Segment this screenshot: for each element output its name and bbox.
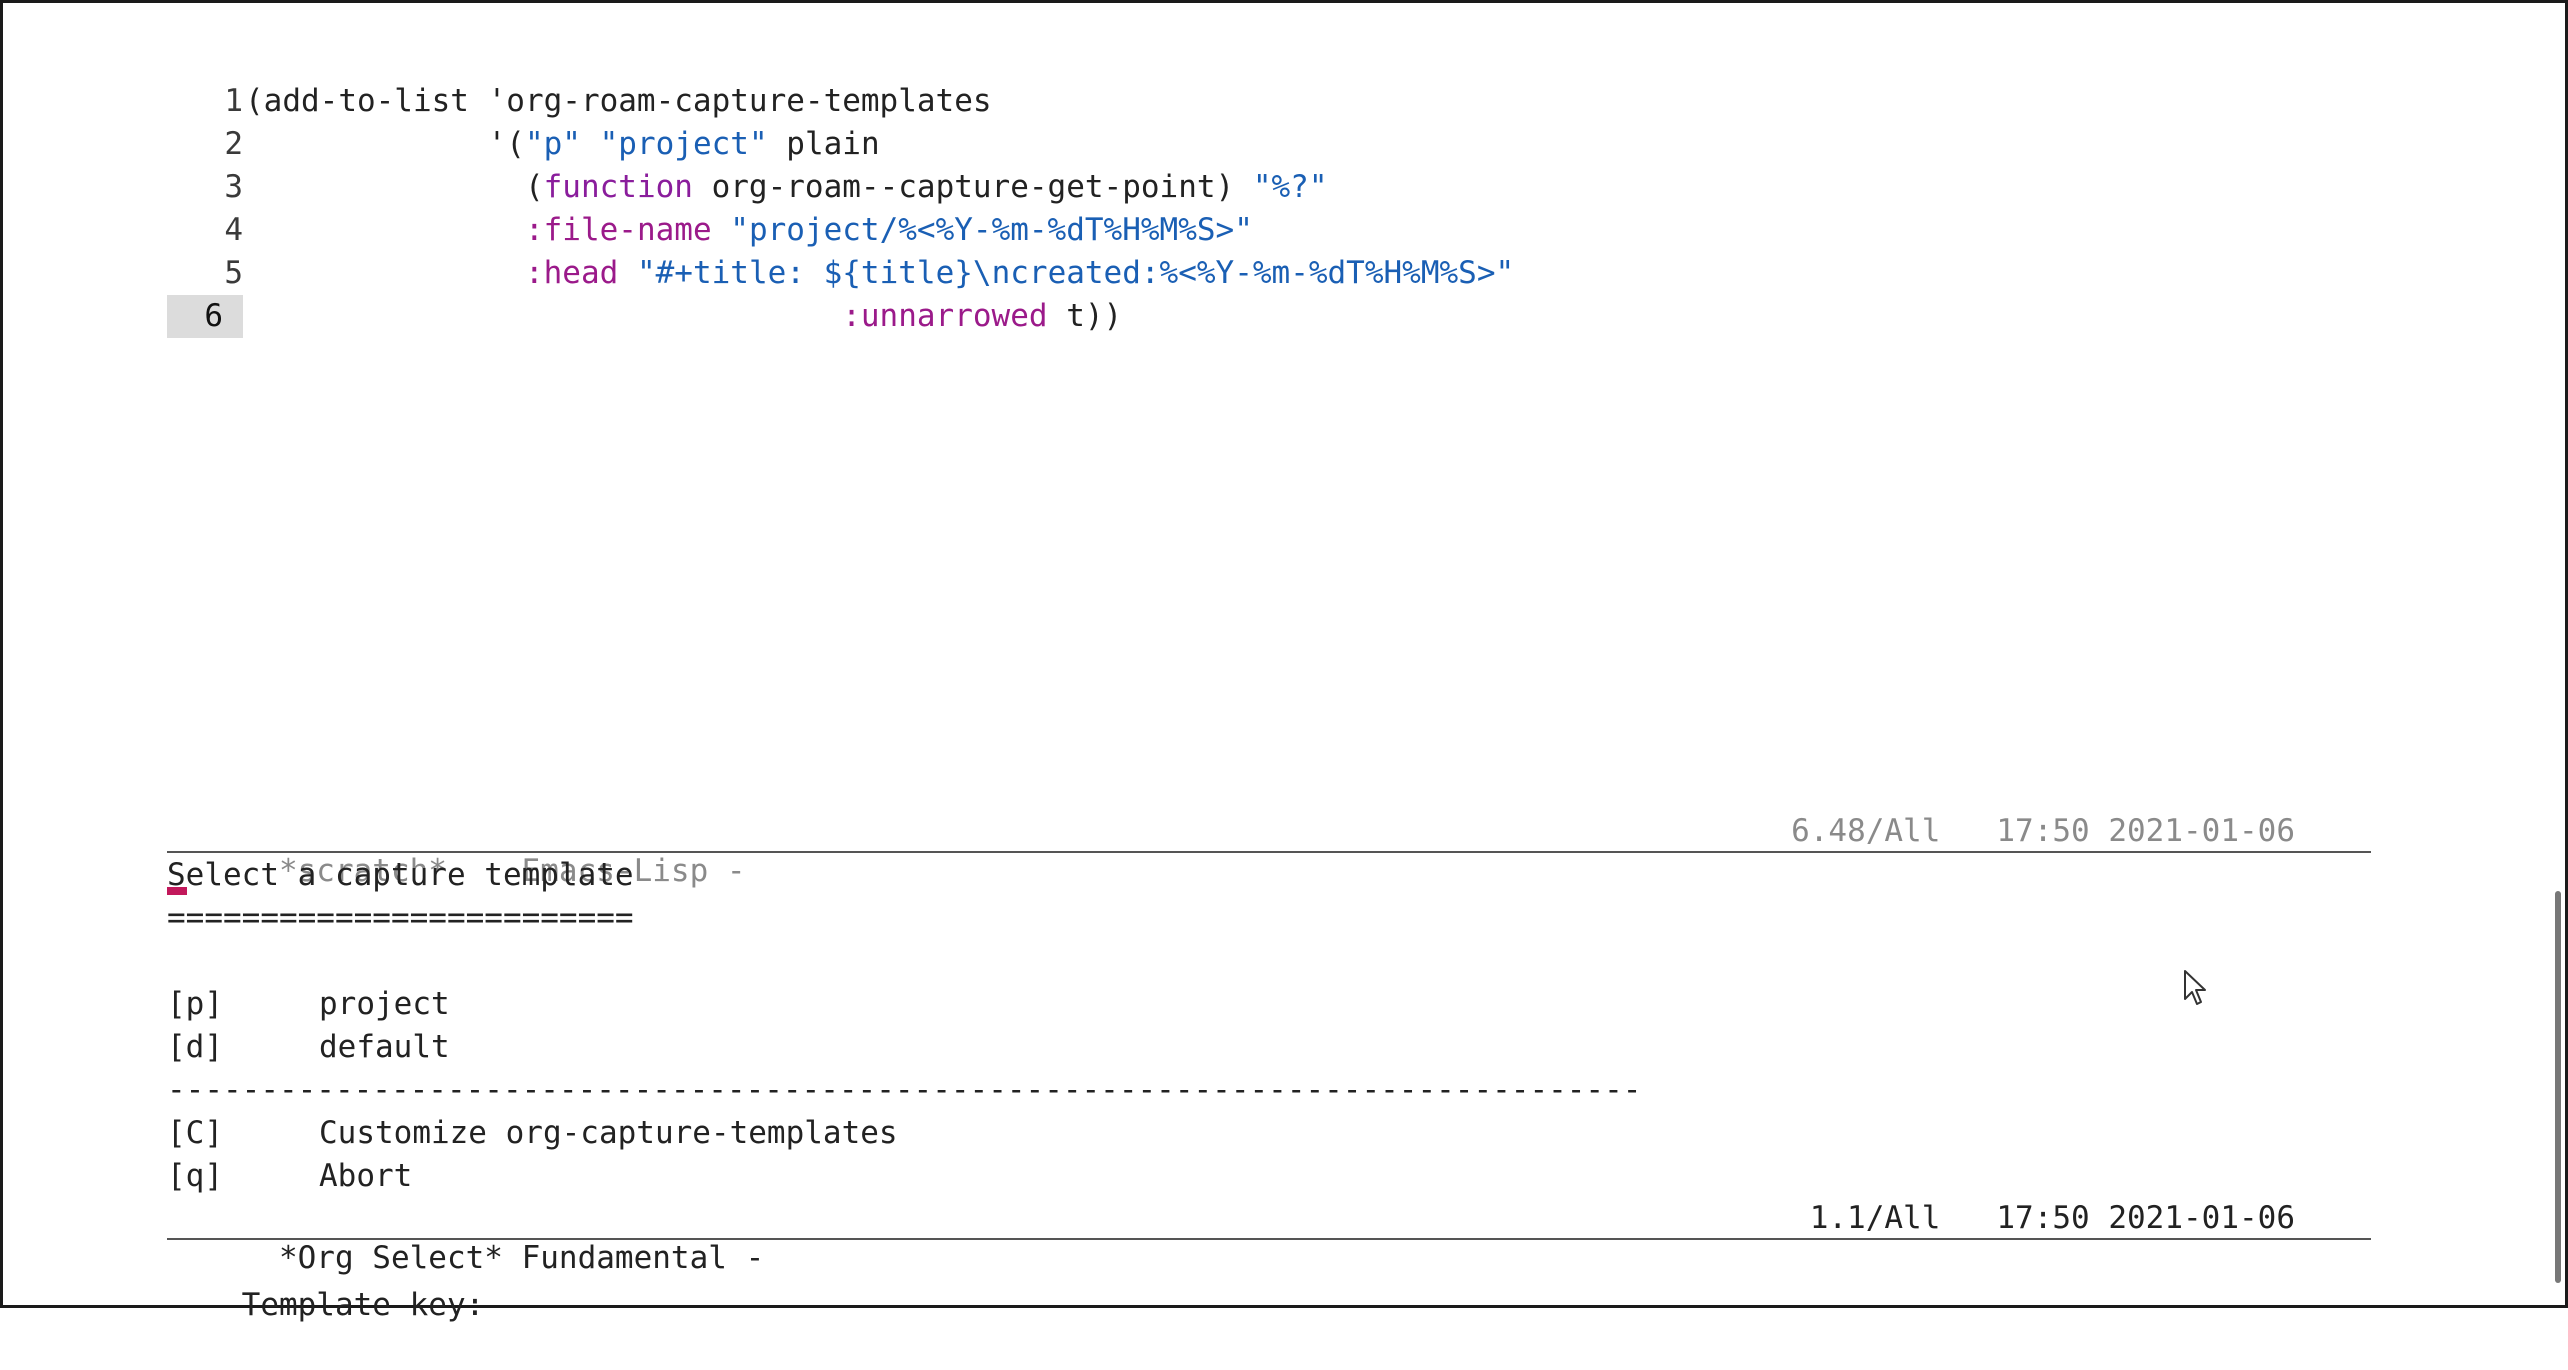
code-line[interactable]: :unnarrowed t))	[245, 295, 1122, 338]
mouse-pointer-icon	[2184, 970, 2206, 1005]
minibuffer-prompt: Template key:	[241, 1287, 503, 1323]
capture-option-default[interactable]: [d] default	[167, 1026, 450, 1069]
line-number: 2	[224, 126, 243, 162]
code-line[interactable]: (function org-roam--capture-get-point) "…	[245, 166, 1328, 209]
code-token: (add-to-list 'org-roam-capture-templates	[245, 83, 992, 119]
string-token: "%?"	[1252, 169, 1328, 205]
option-label: project	[319, 986, 450, 1022]
capture-option-project[interactable]: [p] project	[167, 983, 450, 1026]
option-key: [d]	[167, 1029, 223, 1065]
line-number: 5	[224, 255, 243, 291]
emacs-frame: 1 (add-to-list 'org-roam-capture-template…	[0, 0, 2568, 1323]
code-line[interactable]: (add-to-list 'org-roam-capture-templates	[245, 80, 992, 123]
option-key: [p]	[167, 986, 223, 1022]
code-line[interactable]: :file-name "project/%<%Y-%m-%dT%H%M%S>"	[245, 209, 1253, 252]
option-label: Customize org-capture-templates	[319, 1115, 898, 1151]
code-token: (	[245, 169, 544, 205]
option-label: Abort	[319, 1158, 413, 1194]
line-number: 6	[167, 295, 243, 338]
capture-separator: ----------------------------------------…	[167, 1072, 1642, 1108]
text-cursor: S	[167, 854, 187, 897]
capture-option-customize[interactable]: [C] Customize org-capture-templates	[167, 1112, 898, 1155]
capture-title-text: elect a capture template	[185, 857, 634, 893]
code-token: org-roam--capture-get-point)	[692, 169, 1253, 205]
line-number: 3	[224, 169, 243, 205]
property-token: :unnarrowed	[842, 298, 1048, 334]
option-key: [q]	[167, 1158, 223, 1194]
property-token: :head	[524, 255, 619, 291]
capture-option-abort[interactable]: [q] Abort	[167, 1155, 412, 1198]
string-token: "#+title: ${title}\ncreated:%<%Y-%m-%dT%…	[636, 255, 1515, 291]
code-token: t))	[1047, 298, 1123, 334]
code-line[interactable]: '("p" "project" plain	[245, 123, 880, 166]
modeline-position: 1.1/All 17:50 2021-01-06	[1809, 1200, 2295, 1236]
line-number: 4	[224, 212, 243, 248]
keyword-token: function	[543, 169, 693, 205]
option-key: [C]	[167, 1115, 223, 1151]
capture-title-underline: =========================	[167, 900, 634, 936]
scratch-modeline: *scratch* Emacs-Lisp - 6.48/All 17:50 20…	[167, 811, 2371, 889]
capture-title: Select a capture template	[167, 854, 634, 897]
org-select-modeline: *Org Select* Fundamental - 1.1/All 17:50…	[167, 1198, 2371, 1276]
minibuffer[interactable]: Template key:	[167, 1241, 503, 1370]
string-token: "p"	[524, 126, 581, 162]
line-number: 1	[224, 83, 243, 119]
code-line[interactable]: :head "#+title: ${title}\ncreated:%<%Y-%…	[245, 252, 1514, 295]
code-token: '(	[245, 126, 525, 162]
string-token: "project/%<%Y-%m-%dT%H%M%S>"	[730, 212, 1253, 248]
code-token: plain	[767, 126, 880, 162]
string-token: "project"	[599, 126, 768, 162]
option-label: default	[319, 1029, 450, 1065]
scrollbar[interactable]	[2555, 891, 2561, 1283]
property-token: :file-name	[524, 212, 712, 248]
modeline-position: 6.48/All 17:50 2021-01-06	[1791, 813, 2295, 849]
